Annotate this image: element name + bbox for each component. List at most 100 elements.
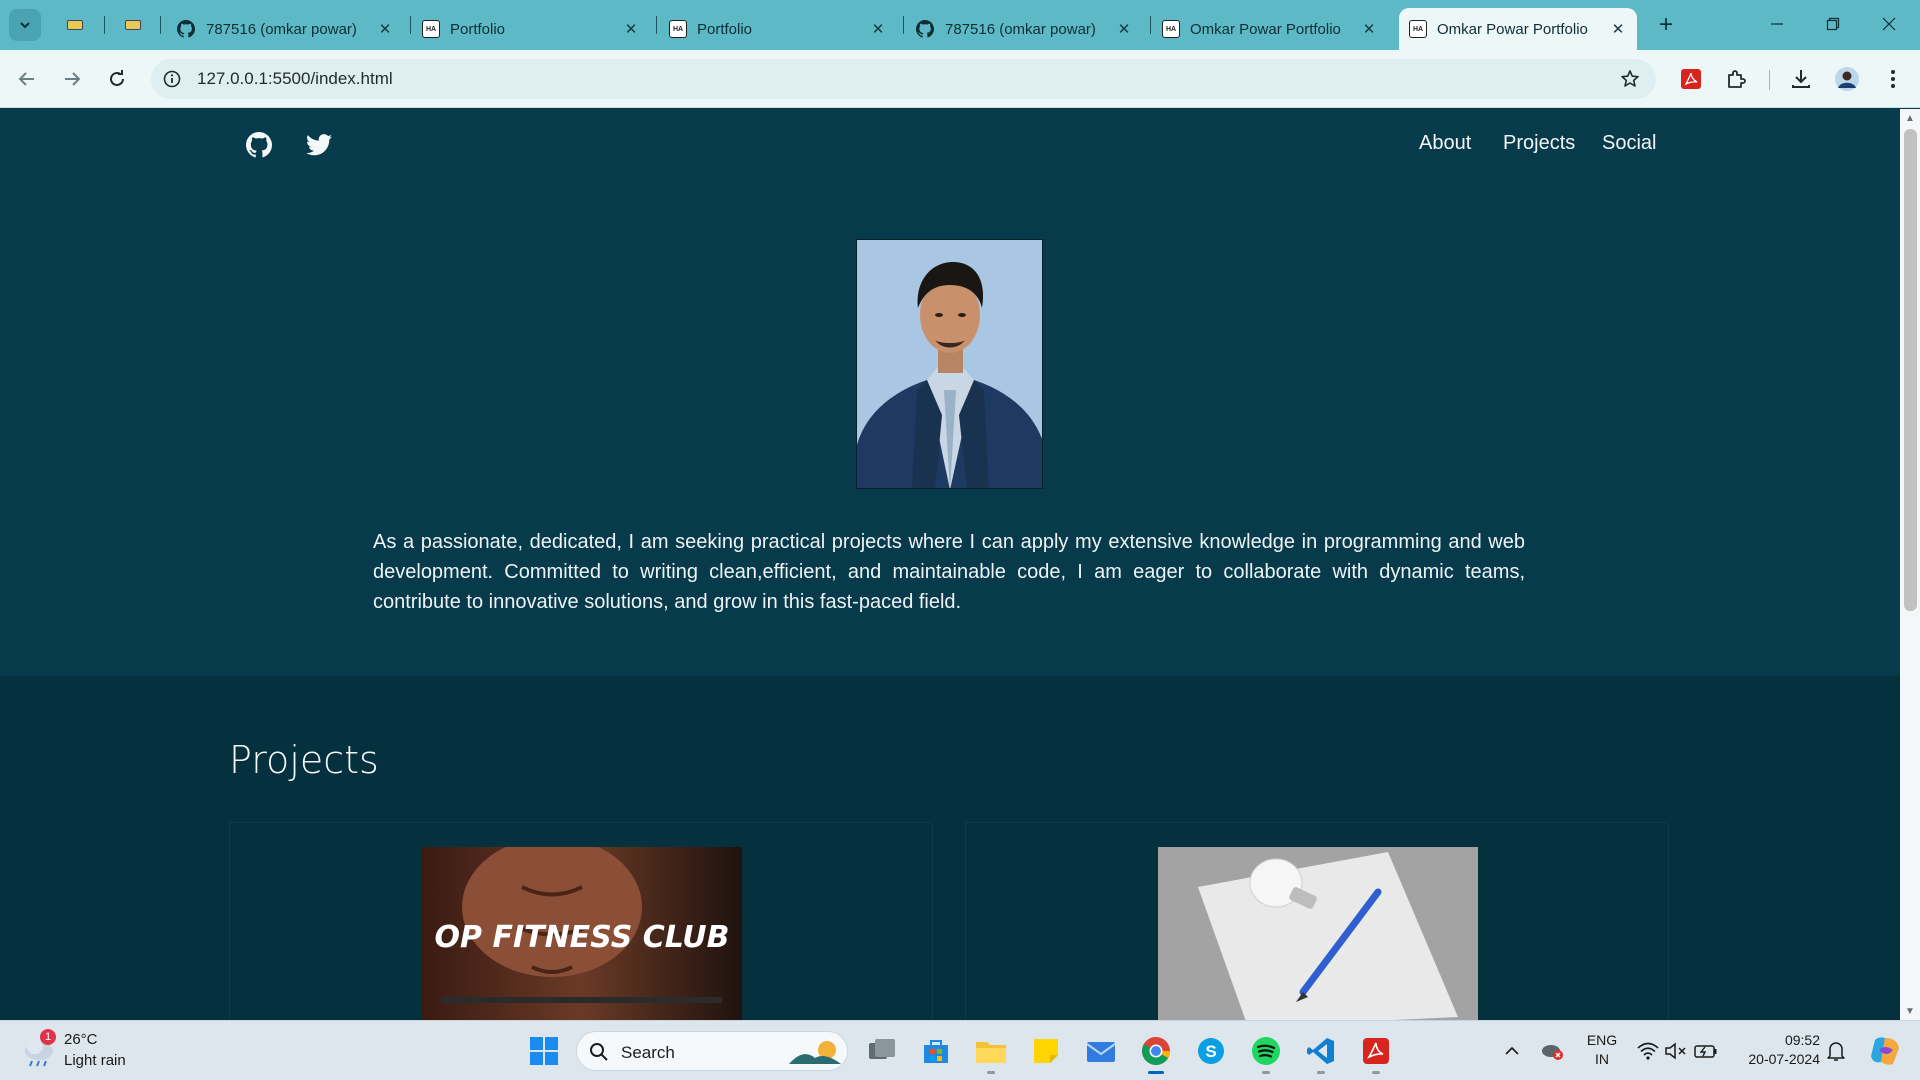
sticky-notes-icon[interactable] [1026, 1031, 1066, 1071]
taskbar: 1 26°C Light rain Search S ENG IN 09:52 … [0, 1020, 1920, 1080]
wifi-icon[interactable] [1636, 1039, 1660, 1063]
project-card[interactable]: OP FITNESS CLUB [229, 822, 933, 1020]
minimize-button[interactable] [1749, 0, 1805, 48]
pinned-tab[interactable] [60, 10, 90, 40]
back-button[interactable] [10, 62, 44, 96]
weather-alert-badge: 1 [40, 1029, 56, 1045]
address-bar[interactable]: 127.0.0.1:5500/index.html [151, 59, 1656, 99]
language-indicator[interactable]: ENG IN [1584, 1031, 1620, 1069]
running-indicator [1148, 1071, 1164, 1074]
close-icon[interactable]: ✕ [376, 20, 394, 38]
close-icon[interactable]: ✕ [1115, 20, 1133, 38]
skype-icon[interactable]: S [1191, 1031, 1231, 1071]
scroll-thumb[interactable] [1904, 129, 1917, 611]
search-icon [590, 1043, 608, 1061]
pinned-tab[interactable] [118, 10, 148, 40]
notification-bell-icon[interactable] [1824, 1039, 1848, 1063]
acrobat-icon[interactable] [1356, 1031, 1396, 1074]
file-explorer-icon[interactable] [971, 1031, 1011, 1074]
mail-icon[interactable] [1081, 1031, 1121, 1071]
tab-title: Portfolio [450, 20, 506, 38]
nav-link-about[interactable]: About [1419, 132, 1471, 155]
project-card[interactable] [965, 822, 1669, 1020]
folder-icon [125, 20, 141, 30]
bookmark-star-icon[interactable] [1618, 67, 1642, 91]
tab-separator [104, 16, 105, 34]
weather-temperature[interactable]: 26°C [64, 1031, 98, 1048]
volume-muted-icon[interactable] [1664, 1039, 1688, 1063]
close-window-button[interactable] [1861, 0, 1917, 48]
reload-button[interactable] [100, 62, 134, 96]
task-view-icon[interactable] [862, 1031, 902, 1071]
url-text[interactable]: 127.0.0.1:5500/index.html [197, 69, 393, 89]
menu-kebab-icon[interactable] [1880, 66, 1906, 92]
github-icon[interactable] [245, 131, 273, 159]
browser-tab[interactable]: HA Portfolio ✕ [412, 8, 650, 50]
copilot-icon[interactable] [1868, 1036, 1902, 1066]
browser-tab-active[interactable]: HA Omkar Powar Portfolio ✕ [1399, 8, 1637, 50]
profile-avatar[interactable] [1834, 66, 1860, 92]
acrobat-extension-icon[interactable] [1678, 66, 1704, 92]
tab-separator [903, 16, 904, 34]
windows-logo-icon [530, 1037, 558, 1065]
onedrive-error-icon[interactable] [1540, 1039, 1564, 1063]
new-tab-button[interactable]: + [1652, 11, 1680, 39]
vscode-icon[interactable] [1301, 1031, 1341, 1074]
start-button[interactable] [524, 1031, 564, 1071]
minimize-icon [1771, 23, 1783, 25]
hero-section: About Projects Social As a passionate, d… [0, 109, 1900, 676]
project-image-fitness: OP FITNESS CLUB [422, 847, 742, 1020]
microsoft-store-icon[interactable] [916, 1031, 956, 1071]
ha-favicon-icon: HA [1409, 20, 1427, 38]
spotify-icon[interactable] [1246, 1031, 1286, 1074]
tab-title: 787516 (omkar powar) [945, 20, 1096, 38]
tab-separator [656, 16, 657, 34]
twitter-icon[interactable] [305, 131, 333, 159]
nav-link-social[interactable]: Social [1602, 132, 1656, 155]
weather-description[interactable]: Light rain [64, 1052, 126, 1069]
chevron-down-icon [20, 22, 30, 29]
page-viewport: About Projects Social As a passionate, d… [0, 109, 1900, 1020]
nav-link-projects[interactable]: Projects [1503, 132, 1575, 155]
close-icon[interactable]: ✕ [1609, 20, 1627, 38]
browser-tab[interactable]: 787516 (omkar powar) ✕ [905, 8, 1143, 50]
bio-paragraph: As a passionate, dedicated, I am seeking… [373, 531, 1525, 613]
tab-search-button[interactable] [9, 9, 41, 41]
reload-icon [110, 70, 124, 86]
language-code: ENG [1586, 1032, 1618, 1048]
browser-tab[interactable]: 787516 (omkar powar) ✕ [166, 8, 404, 50]
github-icon [176, 19, 196, 39]
close-icon[interactable]: ✕ [622, 20, 640, 38]
running-indicator [987, 1071, 995, 1074]
tab-title: Omkar Powar Portfolio [1437, 20, 1588, 38]
search-highlight-icon [789, 1041, 841, 1064]
profile-photo [856, 239, 1043, 489]
show-hidden-icons-chevron-icon[interactable] [1500, 1039, 1524, 1063]
close-icon [1882, 17, 1896, 31]
ha-favicon-icon: HA [1162, 20, 1180, 38]
battery-charging-icon[interactable] [1694, 1039, 1718, 1063]
chrome-icon[interactable] [1136, 1031, 1176, 1074]
forward-button[interactable] [55, 62, 89, 96]
scroll-down-arrow-icon[interactable]: ▼ [1900, 1002, 1920, 1020]
ha-favicon-icon: HA [669, 20, 687, 38]
clock-time: 09:52 [1784, 1032, 1820, 1048]
browser-tab[interactable]: HA Omkar Powar Portfolio ✕ [1152, 8, 1388, 50]
scroll-up-arrow-icon[interactable]: ▲ [1900, 109, 1920, 127]
region-code: IN [1595, 1051, 1609, 1067]
restore-button[interactable] [1805, 0, 1861, 48]
tab-separator [410, 16, 411, 34]
download-icon[interactable] [1788, 66, 1814, 92]
close-icon[interactable]: ✕ [1360, 20, 1378, 38]
arrow-right-icon [65, 72, 81, 86]
browser-tab[interactable]: HA Portfolio ✕ [659, 8, 897, 50]
clock[interactable]: 09:52 20-07-2024 [1732, 1031, 1820, 1069]
site-info-icon[interactable] [160, 67, 184, 91]
taskbar-search[interactable]: Search [576, 1031, 848, 1071]
close-icon[interactable]: ✕ [869, 20, 887, 38]
clock-date: 20-07-2024 [1748, 1051, 1820, 1067]
projects-section: Projects OP FITNESS CLUB [0, 676, 1900, 1020]
folder-icon [67, 20, 83, 30]
extensions-puzzle-icon[interactable] [1723, 66, 1749, 92]
page-scrollbar[interactable]: ▲ ▼ [1900, 109, 1920, 1020]
